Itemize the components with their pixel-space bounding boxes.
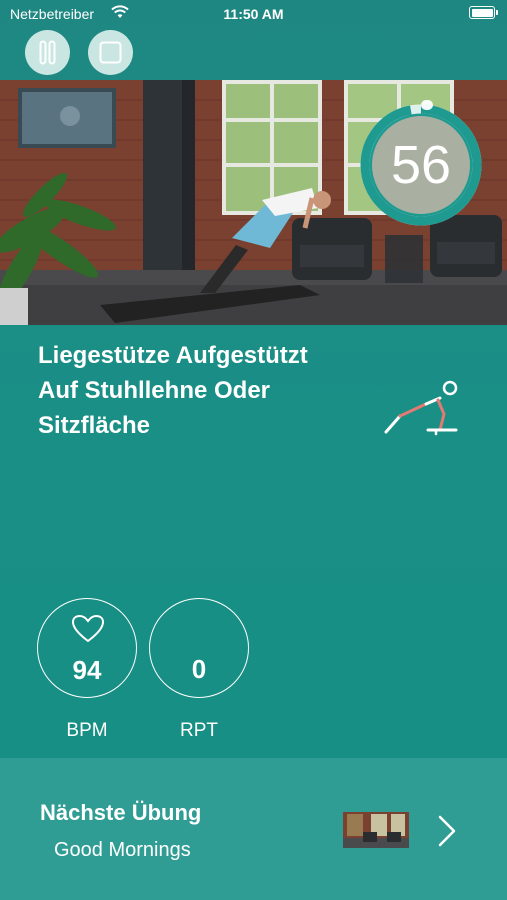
countdown-timer: 56 <box>354 98 488 232</box>
rpt-label: RPT <box>180 720 218 741</box>
next-exercise-name: Good Mornings <box>54 839 191 861</box>
bpm-value: 94 <box>72 655 102 685</box>
pause-icon <box>39 40 56 65</box>
bpm-circle: 94 <box>37 598 137 698</box>
stop-icon <box>99 41 122 64</box>
next-exercise-thumbnail <box>343 812 409 848</box>
pause-button[interactable] <box>25 30 70 75</box>
next-exercise-panel[interactable]: Nächste Übung Good Mornings <box>0 758 507 900</box>
clock: 11:50 AM <box>223 6 284 22</box>
rpt-value: 0 <box>191 654 207 684</box>
status-bar: Netzbetreiber 11:50 AM <box>0 0 507 28</box>
exercise-title: Liegestütze Aufgestützt Auf Stuhllehne O… <box>38 342 308 439</box>
rpt-circle: 0 <box>149 598 249 698</box>
stop-button[interactable] <box>88 30 133 75</box>
timer-seconds: 56 <box>390 135 452 195</box>
heart-icon <box>71 614 105 649</box>
bpm-label: BPM <box>66 720 108 741</box>
battery-icon <box>469 6 498 19</box>
next-exercise-heading: Nächste Übung <box>40 800 202 825</box>
chevron-right-icon[interactable] <box>436 814 458 853</box>
video-progress-strip <box>0 288 28 325</box>
pushup-figure-icon <box>380 378 460 443</box>
